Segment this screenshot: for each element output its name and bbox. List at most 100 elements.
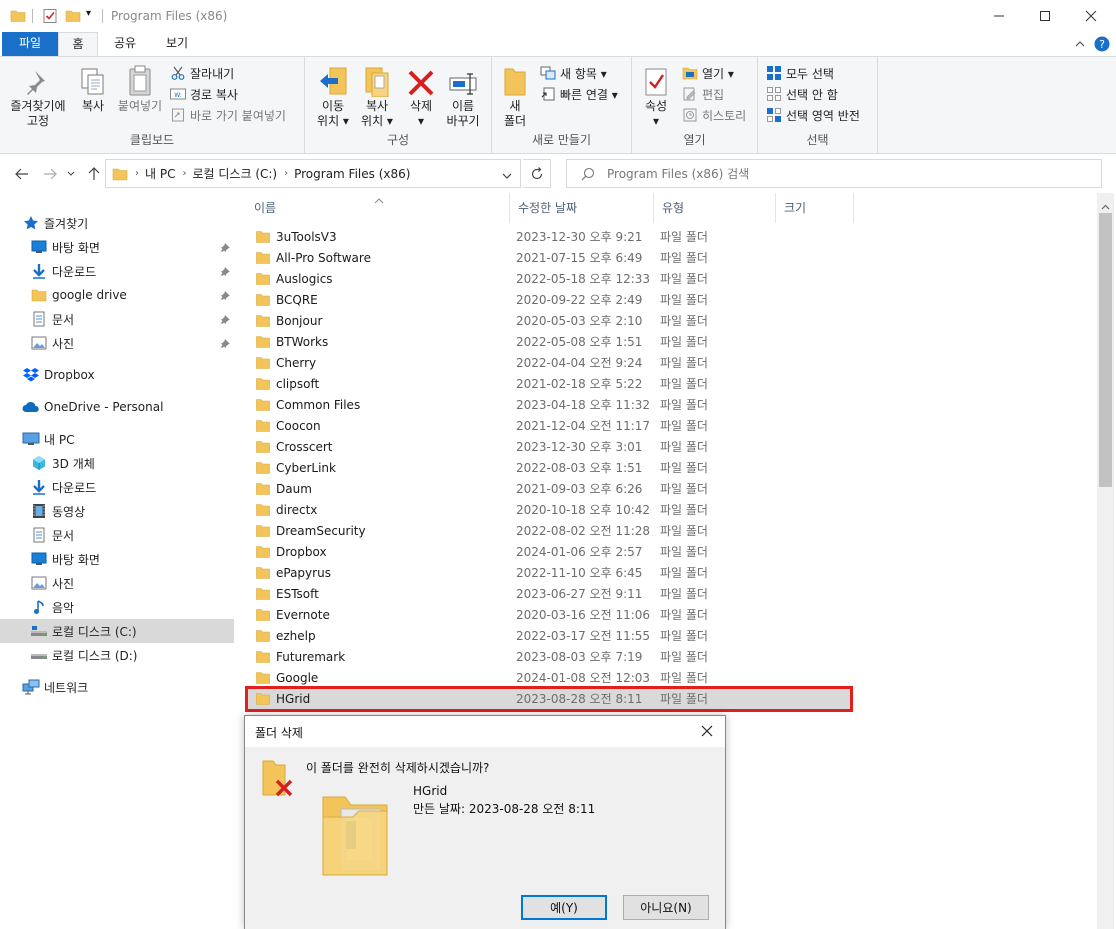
easy-access-label: 빠른 연결 ▾ bbox=[560, 87, 618, 102]
file-row[interactable]: All-Pro Software 2021-07-15 오후 6:49 파일 폴더 bbox=[246, 247, 852, 268]
pin-quick-access-button[interactable]: 즐겨찾기에 고정 bbox=[6, 63, 70, 129]
address-bar[interactable]: › 내 PC › 로컬 디스크 (C:) › Program Files (x8… bbox=[105, 159, 521, 188]
file-row[interactable]: BCQRE 2020-09-22 오후 2:49 파일 폴더 bbox=[246, 289, 852, 310]
nav-music[interactable]: 음악 bbox=[30, 595, 234, 619]
tab-home[interactable]: 홈 bbox=[58, 32, 98, 56]
breadcrumb-program-files-x86[interactable]: Program Files (x86) bbox=[294, 167, 410, 181]
forward-button[interactable] bbox=[40, 164, 60, 184]
help-button[interactable]: ? bbox=[1094, 36, 1110, 52]
maximize-icon bbox=[1040, 11, 1050, 21]
history-button[interactable]: 히스토리 bbox=[682, 105, 746, 125]
nav-network[interactable]: 네트워크 bbox=[22, 675, 234, 699]
nav-local-disk-c[interactable]: 로컬 디스크 (C:) bbox=[0, 619, 234, 643]
file-row[interactable]: Crosscert 2023-12-30 오후 3:01 파일 폴더 bbox=[246, 436, 852, 457]
recent-locations-button[interactable] bbox=[64, 164, 78, 184]
file-row[interactable]: ezhelp 2022-03-17 오전 11:55 파일 폴더 bbox=[246, 625, 852, 646]
file-type: 파일 폴더 bbox=[660, 650, 708, 664]
file-row[interactable]: Daum 2021-09-03 오후 6:26 파일 폴더 bbox=[246, 478, 852, 499]
breadcrumb-this-pc[interactable]: 내 PC bbox=[145, 165, 175, 182]
file-row[interactable]: Dropbox 2024-01-06 오후 2:57 파일 폴더 bbox=[246, 541, 852, 562]
invert-selection-button[interactable]: 선택 영역 반전 bbox=[766, 105, 860, 125]
vertical-scrollbar[interactable] bbox=[1097, 193, 1114, 929]
dialog-title: 폴더 삭제 bbox=[255, 726, 303, 740]
file-row[interactable]: BTWorks 2022-05-08 오후 1:51 파일 폴더 bbox=[246, 331, 852, 352]
column-header-name[interactable]: 이름 bbox=[246, 193, 510, 223]
column-header-date[interactable]: 수정한 날짜 bbox=[510, 193, 654, 223]
select-none-button[interactable]: 선택 안 함 bbox=[766, 84, 838, 104]
nav-quick-google-drive[interactable]: google drive bbox=[30, 283, 234, 307]
dialog-close-button[interactable] bbox=[695, 720, 719, 742]
copy-to-button[interactable]: 복사 위치 ▾ bbox=[355, 63, 399, 129]
breadcrumb-local-disk-c[interactable]: 로컬 디스크 (C:) bbox=[192, 165, 277, 182]
rename-button[interactable]: 이름 바꾸기 bbox=[441, 63, 485, 129]
file-row[interactable]: Evernote 2020-03-16 오전 11:06 파일 폴더 bbox=[246, 604, 852, 625]
nav-quick-desktop[interactable]: 바탕 화면 bbox=[30, 235, 234, 259]
file-row[interactable]: Common Files 2023-04-18 오후 11:32 파일 폴더 bbox=[246, 394, 852, 415]
scrollbar-thumb[interactable] bbox=[1099, 213, 1112, 487]
address-dropdown[interactable] bbox=[502, 169, 512, 183]
move-to-button[interactable]: 이동 위치 ▾ bbox=[311, 63, 355, 129]
minimize-button[interactable] bbox=[976, 0, 1022, 32]
file-row[interactable]: Google 2024-01-08 오전 12:03 파일 폴더 bbox=[246, 667, 852, 688]
new-folder-quick-icon[interactable] bbox=[65, 8, 81, 24]
nav-videos[interactable]: 동영상 bbox=[30, 499, 234, 523]
file-row[interactable]: ePapyrus 2022-11-10 오후 6:45 파일 폴더 bbox=[246, 562, 852, 583]
file-row[interactable]: Cherry 2022-04-04 오전 9:24 파일 폴더 bbox=[246, 352, 852, 373]
nav-quick-access[interactable]: 즐겨찾기 bbox=[22, 211, 234, 235]
nav-local-disk-d[interactable]: 로컬 디스크 (D:) bbox=[30, 643, 234, 667]
up-button[interactable] bbox=[84, 164, 104, 184]
nav-quick-pictures[interactable]: 사진 bbox=[30, 331, 234, 355]
no-button[interactable]: 아니요(N) bbox=[623, 895, 709, 920]
file-row[interactable]: ESTsoft 2023-06-27 오전 9:11 파일 폴더 bbox=[246, 583, 852, 604]
nav-desktop[interactable]: 바탕 화면 bbox=[30, 547, 234, 571]
close-button[interactable] bbox=[1068, 0, 1114, 32]
collapse-ribbon-button[interactable] bbox=[1072, 36, 1088, 52]
cut-button[interactable]: 잘라내기 bbox=[170, 63, 234, 83]
nav-3d-objects[interactable]: 3D 개체 bbox=[30, 451, 234, 475]
nav-documents[interactable]: 문서 bbox=[30, 523, 234, 547]
open-button[interactable]: 열기 ▾ bbox=[682, 63, 734, 83]
file-row[interactable]: DreamSecurity 2022-08-02 오전 11:28 파일 폴더 bbox=[246, 520, 852, 541]
tab-share[interactable]: 공유 bbox=[104, 32, 146, 56]
file-row[interactable]: 3uToolsV3 2023-12-30 오후 9:21 파일 폴더 bbox=[246, 226, 852, 247]
nav-quick-documents[interactable]: 문서 bbox=[30, 307, 234, 331]
file-row[interactable]: Coocon 2021-12-04 오전 11:17 파일 폴더 bbox=[246, 415, 852, 436]
file-name: Bonjour bbox=[276, 313, 323, 328]
file-row[interactable]: Futuremark 2023-08-03 오후 7:19 파일 폴더 bbox=[246, 646, 852, 667]
nav-onedrive[interactable]: OneDrive - Personal bbox=[22, 395, 234, 419]
column-header-type[interactable]: 유형 bbox=[654, 193, 776, 223]
file-row[interactable]: clipsoft 2021-02-18 오후 5:22 파일 폴더 bbox=[246, 373, 852, 394]
copy-path-button[interactable]: W: 경로 복사 bbox=[170, 84, 238, 104]
back-button[interactable] bbox=[12, 164, 32, 184]
paste-button[interactable]: 붙여넣기 bbox=[114, 63, 166, 114]
folder-icon bbox=[256, 293, 270, 309]
new-folder-button[interactable]: 새 폴더 bbox=[498, 63, 532, 129]
nav-downloads[interactable]: 다운로드 bbox=[30, 475, 234, 499]
easy-access-button[interactable]: 빠른 연결 ▾ bbox=[540, 84, 618, 104]
properties-quick-icon[interactable] bbox=[42, 8, 58, 24]
file-row[interactable]: CyberLink 2022-08-03 오후 1:51 파일 폴더 bbox=[246, 457, 852, 478]
file-row[interactable]: directx 2020-10-18 오후 10:42 파일 폴더 bbox=[246, 499, 852, 520]
edit-button[interactable]: 편집 bbox=[682, 84, 724, 104]
search-box[interactable]: Program Files (x86) 검색 bbox=[566, 159, 1102, 188]
nav-this-pc[interactable]: 내 PC bbox=[22, 427, 234, 451]
nav-dropbox[interactable]: Dropbox bbox=[22, 363, 234, 387]
tab-view[interactable]: 보기 bbox=[156, 32, 198, 56]
maximize-button[interactable] bbox=[1022, 0, 1068, 32]
yes-button[interactable]: 예(Y) bbox=[521, 895, 607, 920]
nav-quick-downloads[interactable]: 다운로드 bbox=[30, 259, 234, 283]
column-header-size[interactable]: 크기 bbox=[776, 193, 854, 223]
copy-button[interactable]: 복사 bbox=[74, 63, 112, 114]
nav-pictures[interactable]: 사진 bbox=[30, 571, 234, 595]
properties-button[interactable]: 속성 ▾ bbox=[638, 63, 674, 129]
file-date: 2022-03-17 오전 11:55 bbox=[516, 629, 651, 643]
select-all-button[interactable]: 모두 선택 bbox=[766, 63, 834, 83]
delete-button[interactable]: 삭제 ▾ bbox=[403, 63, 439, 129]
tab-file[interactable]: 파일 bbox=[2, 32, 58, 56]
refresh-button[interactable] bbox=[523, 159, 551, 188]
new-item-button[interactable]: 새 항목 ▾ bbox=[540, 63, 607, 83]
file-row[interactable]: Bonjour 2020-05-03 오후 2:10 파일 폴더 bbox=[246, 310, 852, 331]
file-row[interactable]: Auslogics 2022-05-18 오후 12:33 파일 폴더 bbox=[246, 268, 852, 289]
paste-shortcut-button[interactable]: 바로 가기 붙여넣기 bbox=[170, 105, 286, 125]
quick-access-dropdown[interactable]: ▾ bbox=[86, 8, 91, 19]
